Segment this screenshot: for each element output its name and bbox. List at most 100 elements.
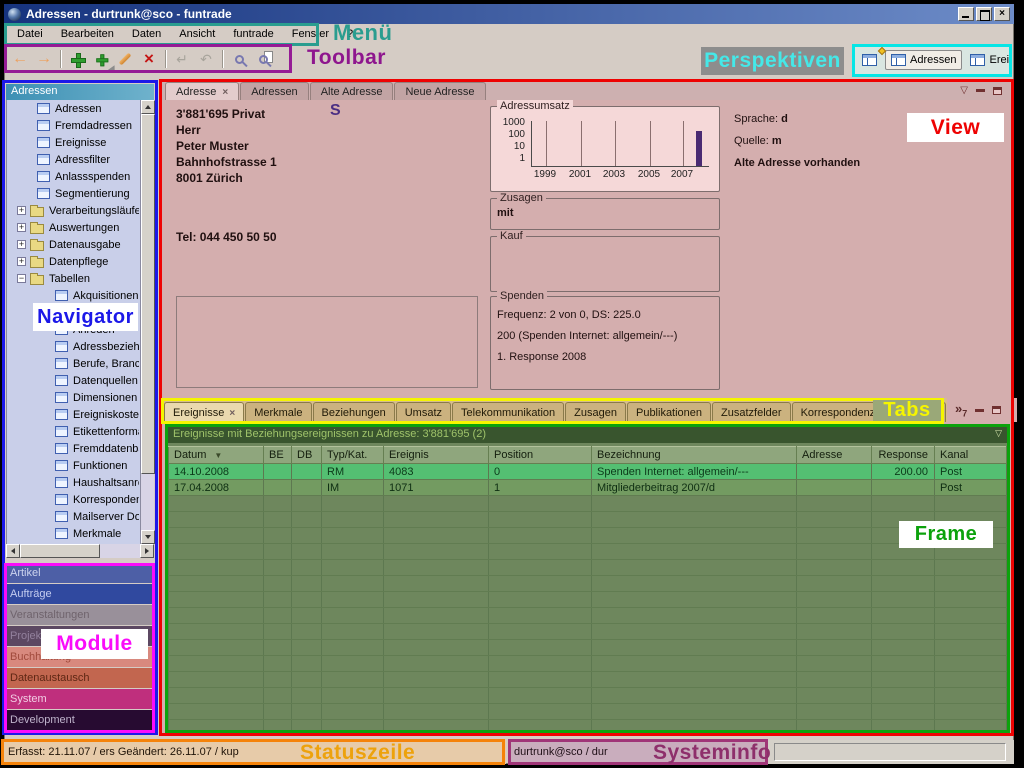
tree-item-datenquellen[interactable]: Datenquellen	[7, 372, 139, 389]
minimize-window-icon[interactable]	[958, 7, 974, 21]
tab-beziehungen[interactable]: Beziehungen	[313, 402, 395, 422]
tree-item-fremddatenbanken[interactable]: Fremddatenba	[7, 440, 139, 457]
search-icon[interactable]	[227, 47, 251, 71]
navigator-horizontal-scrollbar[interactable]	[6, 544, 154, 558]
tree-item-akquisitionen[interactable]: Akquisitionen	[7, 287, 139, 304]
maximize-view-icon[interactable]	[992, 406, 1001, 414]
expand-icon[interactable]: +	[17, 257, 26, 266]
tree-item-berufe-branchen[interactable]: Berufe, Branch	[7, 355, 139, 372]
tree-item-fremdadressen[interactable]: Fremdadressen	[7, 117, 139, 134]
tab-telekommunikation[interactable]: Telekommunikation	[452, 402, 564, 422]
navigator-vertical-scrollbar[interactable]	[140, 100, 154, 544]
event-row-selected[interactable]: 14.10.2008 RM 40830 Spenden Internet: al…	[169, 464, 1007, 480]
menu-item-funtrade[interactable]: funtrade	[224, 26, 282, 42]
tab-korrespondenz[interactable]: Korrespondenz	[792, 402, 885, 422]
maximize-view-icon[interactable]	[993, 87, 1002, 95]
minimize-view-icon[interactable]	[976, 89, 985, 92]
tree-item-anlaesse[interactable]: Anlässe	[7, 304, 139, 321]
tree-item-adressen[interactable]: Adressen	[7, 100, 139, 117]
tab-zusagen[interactable]: Zusagen	[565, 402, 626, 422]
tree-item-ereigniskosten[interactable]: Ereigniskosten	[7, 406, 139, 423]
tree-item-adressfilter[interactable]: Adressfilter	[7, 151, 139, 168]
minimize-view-icon[interactable]	[975, 409, 984, 412]
back-icon[interactable]: ←	[8, 47, 32, 71]
tree-item-datenpflege[interactable]: +Datenpflege	[7, 253, 139, 270]
column-be[interactable]: BE	[264, 447, 292, 464]
menu-item-fenster[interactable]: Fenster	[283, 26, 338, 42]
tab-alte-adresse[interactable]: Alte Adresse	[310, 82, 394, 100]
tree-item-anreden[interactable]: Anreden	[7, 321, 139, 338]
tree-item-adressbeziehungen[interactable]: Adressbeziehu	[7, 338, 139, 355]
tab-overflow-chevron[interactable]: »7	[955, 401, 967, 419]
module-datenaustausch[interactable]: Datenaustausch	[6, 668, 154, 688]
expand-icon[interactable]: +	[17, 223, 26, 232]
module-system[interactable]: System	[6, 689, 154, 709]
tree-item-dimensionen[interactable]: Dimensionen	[7, 389, 139, 406]
tab-publikationen[interactable]: Publikationen	[627, 402, 711, 422]
tree-item-mailserver[interactable]: Mailserver Dom	[7, 508, 139, 525]
tab-zusatzfelder[interactable]: Zusatzfelder	[712, 402, 791, 422]
tree-item-segmentierung[interactable]: Segmentierung	[7, 185, 139, 202]
module-buchhaltung[interactable]: Buchhaltung	[6, 647, 154, 667]
tab-umsatz[interactable]: Umsatz	[396, 402, 451, 422]
column-datum[interactable]: Datum▼	[169, 447, 264, 464]
tab-ereignisse[interactable]: Ereignisse×	[164, 402, 244, 422]
maximize-window-icon[interactable]	[976, 7, 992, 21]
close-window-icon[interactable]: ×	[994, 7, 1010, 21]
undo-icon[interactable]: ↶	[194, 47, 218, 71]
open-perspective-icon[interactable]	[857, 51, 882, 69]
tab-neue-adresse[interactable]: Neue Adresse	[394, 82, 485, 100]
tree-item-auswertungen[interactable]: +Auswertungen	[7, 219, 139, 236]
perspective-adressen-button[interactable]: Adressen	[885, 50, 962, 70]
tab-aktionen[interactable]: Aktionen	[885, 402, 946, 422]
column-position[interactable]: Position	[489, 447, 592, 464]
scrollbar-thumb[interactable]	[20, 544, 100, 558]
menu-item-ansicht[interactable]: Ansicht	[170, 26, 224, 42]
module-veranstaltungen[interactable]: Veranstaltungen	[6, 605, 154, 625]
column-kanal[interactable]: Kanal	[935, 447, 1007, 464]
column-db[interactable]: DB	[292, 447, 322, 464]
tree-item-etikettenformate[interactable]: Etikettenforma	[7, 423, 139, 440]
column-ereignis[interactable]: Ereignis	[384, 447, 489, 464]
column-adresse[interactable]: Adresse	[797, 447, 872, 464]
view-menu-icon[interactable]: ▽	[960, 85, 968, 96]
close-tab-icon[interactable]: ×	[222, 87, 228, 98]
tab-adresse[interactable]: Adresse×	[165, 82, 239, 100]
delete-icon[interactable]: ×	[137, 47, 161, 71]
forward-icon[interactable]: →	[32, 47, 56, 71]
tree-item-merkmale[interactable]: Merkmale	[7, 525, 139, 542]
close-tab-icon[interactable]: ×	[229, 408, 235, 419]
perspective-ereignisse-button[interactable]: Erei	[965, 51, 1009, 69]
tree-item-verarbeitungslaeufe[interactable]: +Verarbeitungsläufe	[7, 202, 139, 219]
search-results-icon[interactable]	[251, 47, 275, 71]
module-projekte[interactable]: Projekte	[6, 626, 154, 646]
tree-item-korrespondenz[interactable]: Korresponden	[7, 491, 139, 508]
expand-icon[interactable]: +	[17, 206, 26, 215]
scroll-down-icon[interactable]	[141, 530, 155, 544]
tab-adressen[interactable]: Adressen	[240, 82, 308, 100]
scroll-up-icon[interactable]	[141, 100, 155, 114]
add-linked-icon[interactable]	[89, 47, 113, 71]
column-bezeichnung[interactable]: Bezeichnung	[592, 447, 797, 464]
menu-item-datei[interactable]: Datei	[8, 26, 52, 42]
column-typ-kat[interactable]: Typ/Kat.	[322, 447, 384, 464]
frame-menu-icon[interactable]: ▽	[995, 428, 1002, 439]
expand-icon[interactable]: +	[17, 240, 26, 249]
tree-item-ereignisse[interactable]: Ereignisse	[7, 134, 139, 151]
menu-item-help[interactable]: ?	[338, 26, 362, 42]
module-artikel[interactable]: Artikel	[6, 563, 154, 583]
tree-item-tabellen[interactable]: −Tabellen	[7, 270, 139, 287]
tree-item-funktionen[interactable]: Funktionen	[7, 457, 139, 474]
add-icon[interactable]	[65, 47, 89, 71]
revert-icon[interactable]: ↵	[170, 47, 194, 71]
module-auftraege[interactable]: Aufträge	[6, 584, 154, 604]
module-development[interactable]: Development	[6, 710, 154, 730]
tree-item-haushaltsanreden[interactable]: Haushaltsanre	[7, 474, 139, 491]
collapse-icon[interactable]: −	[17, 274, 26, 283]
menu-item-daten[interactable]: Daten	[123, 26, 170, 42]
scrollbar-thumb[interactable]	[141, 114, 155, 474]
tree-item-anlassspenden[interactable]: Anlassspenden	[7, 168, 139, 185]
tree-item-datenausgabe[interactable]: +Datenausgabe	[7, 236, 139, 253]
column-response[interactable]: Response	[872, 447, 935, 464]
event-row[interactable]: 17.04.2008 IM 10711 Mitgliederbeitrag 20…	[169, 480, 1007, 496]
